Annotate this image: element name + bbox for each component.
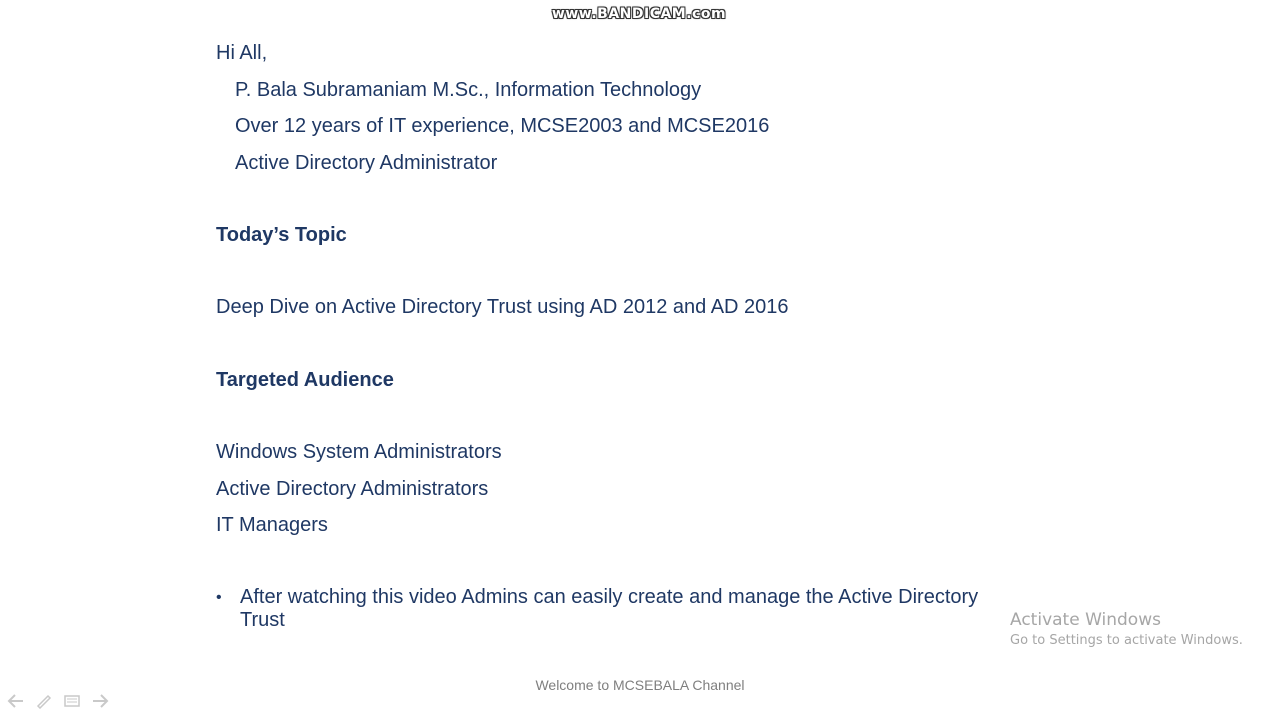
presenter-role: Active Directory Administrator <box>235 152 498 174</box>
audience-heading: Targeted Audience <box>216 369 394 391</box>
audience-item: Active Directory Administrators <box>216 478 489 500</box>
menu-icon[interactable] <box>62 692 82 710</box>
summary-bullet: • After watching this video Admins can e… <box>216 586 1036 632</box>
topic-text: Deep Dive on Active Directory Trust usin… <box>216 296 789 318</box>
bullet-text: After watching this video Admins can eas… <box>240 586 978 632</box>
audience-item: IT Managers <box>216 514 328 536</box>
next-slide-icon[interactable] <box>90 692 110 710</box>
bullet-text-line: After watching this video Admins can eas… <box>240 586 979 608</box>
previous-slide-icon[interactable] <box>6 692 26 710</box>
slideshow-toolbar <box>6 692 110 710</box>
bullet-text-line: Trust <box>240 609 285 631</box>
activate-windows-notice: Activate Windows Go to Settings to activ… <box>1010 610 1243 652</box>
greeting: Hi All, <box>216 42 268 64</box>
slide-footer: Welcome to MCSEBALA Channel <box>535 677 745 693</box>
presenter-experience: Over 12 years of IT experience, MCSE2003… <box>235 115 770 137</box>
audience-item: Windows System Administrators <box>216 441 502 463</box>
activate-windows-title: Activate Windows <box>1010 610 1161 630</box>
recording-watermark: www.BANDICAM.com <box>551 6 727 22</box>
pen-icon[interactable] <box>34 692 54 710</box>
topic-heading: Today’s Topic <box>216 224 347 246</box>
bullet-icon: • <box>216 589 222 606</box>
activate-windows-subtitle: Go to Settings to activate Windows. <box>1010 633 1243 648</box>
presentation-slide: www.BANDICAM.com Hi All, P. Bala Subrama… <box>0 0 1280 720</box>
presenter-name: P. Bala Subramaniam M.Sc., Information T… <box>235 79 702 101</box>
